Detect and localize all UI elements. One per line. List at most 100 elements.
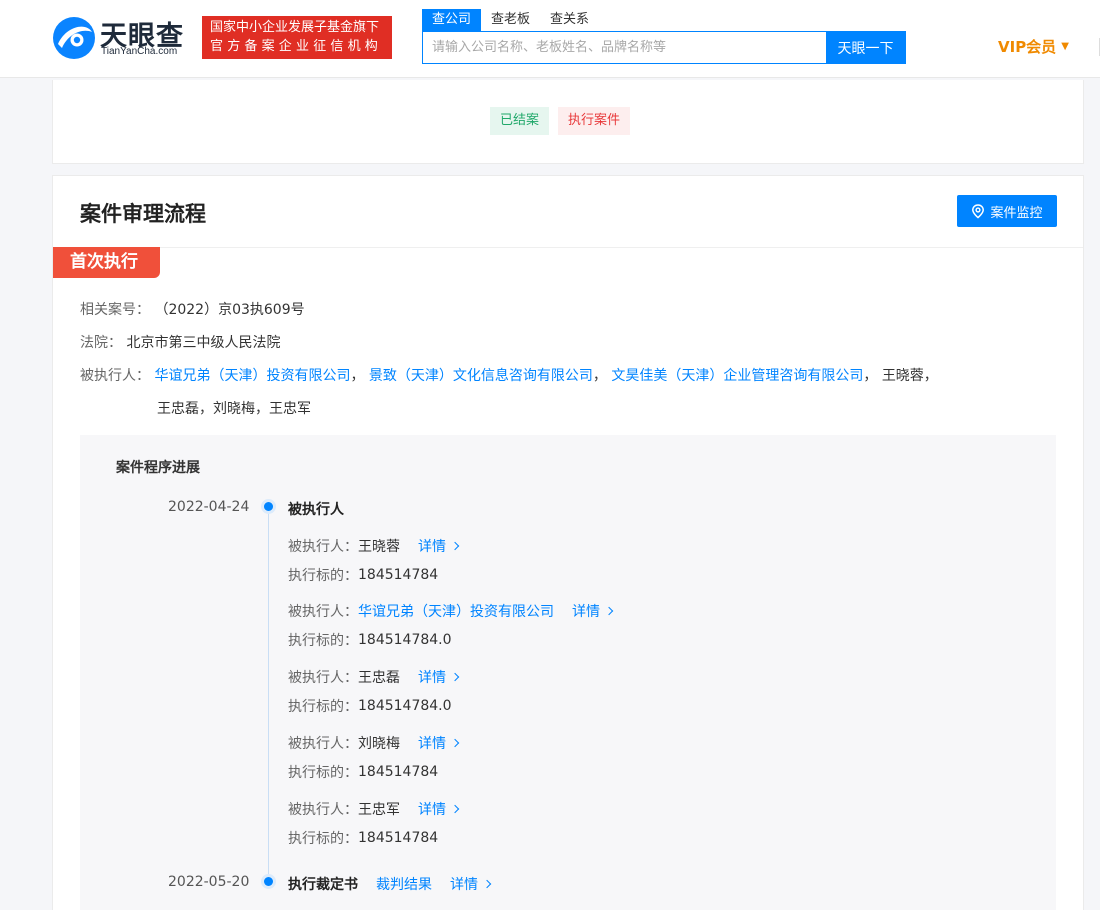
case-monitor-button[interactable]: 案件监控 [957, 195, 1057, 227]
case-number-line: 相关案号： （2022）京03执609号 [80, 299, 305, 319]
chevron-right-icon [482, 879, 492, 889]
title-divider [53, 247, 1083, 248]
detail-label: 详情 [418, 736, 446, 752]
location-pin-icon [972, 203, 985, 218]
executed-label: 被执行人： [288, 539, 358, 555]
chevron-right-icon [450, 672, 460, 682]
executed-company-link-2[interactable]: 景致（天津）文化信息咨询有限公司 [369, 368, 593, 384]
amount-row: 执行标的： 184514784.0 [288, 630, 452, 650]
ruling-result-link[interactable]: 裁判结果 [376, 874, 432, 894]
chevron-right-icon [604, 606, 614, 616]
section-title: 案件审理流程 [80, 202, 206, 226]
event-date: 2022-04-24 [168, 499, 250, 515]
executed-entry: 被执行人： 王忠军 详情 [288, 799, 460, 819]
stage-tag: 首次执行 [53, 247, 160, 278]
detail-link[interactable]: 详情 [418, 733, 460, 753]
amount-label: 执行标的： [288, 765, 358, 781]
executed-label: 被执行人： [288, 736, 358, 752]
vip-member-menu[interactable]: VIP会员 ▼ [998, 36, 1069, 57]
executed-entry: 被执行人： 王晓蓉 详情 [288, 536, 460, 556]
site-logo[interactable]: 天眼查 TianYanCha.com [52, 14, 192, 62]
vip-label: VIP会员 [998, 38, 1057, 56]
amount-row: 执行标的： 184514784 [288, 828, 438, 848]
executed-name: 刘晓梅 [358, 736, 400, 752]
gov-badge-line2: 官方备案企业征信机构 [210, 39, 383, 54]
court-value: 北京市第三中级人民法院 [126, 335, 281, 351]
executed-name: 王忠磊 [358, 670, 400, 686]
tab-search-company[interactable]: 查公司 [422, 9, 482, 31]
detail-label: 详情 [418, 802, 446, 818]
detail-label: 详情 [418, 539, 446, 555]
executed-entry: 被执行人： 华谊兄弟（天津）投资有限公司 详情 [288, 601, 614, 621]
amount-value: 184514784 [358, 764, 439, 780]
detail-link[interactable]: 详情 [418, 667, 460, 687]
progress-title: 案件程序进展 [116, 460, 200, 476]
event-title: 被执行人 [288, 502, 344, 518]
court-line: 法院： 北京市第三中级人民法院 [80, 332, 280, 352]
executed-name: 王晓蓉 [358, 539, 400, 555]
case-monitor-label: 案件监控 [990, 205, 1043, 221]
search-box: 天眼一下 [422, 31, 906, 64]
amount-value: 184514784 [358, 830, 439, 846]
executed-company-link[interactable]: 华谊兄弟（天津）投资有限公司 [358, 601, 554, 621]
detail-link[interactable]: 详情 [418, 536, 460, 556]
event-date: 2022-05-20 [168, 874, 250, 890]
caret-down-icon: ▼ [1061, 41, 1069, 52]
case-process-card: 案件审理流程 案件监控 首次执行 相关案号： （2022）京03执609号 法院… [52, 175, 1084, 910]
executed-person-inline: 王晓蓉， [881, 368, 938, 384]
amount-value: 184514784.0 [358, 698, 452, 714]
executed-party-line: 被执行人： 华谊兄弟（天津）投资有限公司， 景致（天津）文化信息咨询有限公司， … [80, 365, 938, 385]
executed-label: 被执行人： [288, 802, 358, 818]
executed-name: 王忠军 [358, 802, 400, 818]
detail-label: 详情 [572, 604, 600, 620]
tab-search-relation[interactable]: 查关系 [540, 9, 599, 31]
logo-subtext: TianYanCha.com [101, 46, 178, 57]
executed-party-label: 被执行人： [80, 368, 150, 384]
detail-link[interactable]: 详情 [450, 874, 492, 894]
amount-label: 执行标的： [288, 633, 358, 649]
executed-company-link-3[interactable]: 文昊佳美（天津）企业管理咨询有限公司 [611, 368, 863, 384]
separator: ， [592, 368, 607, 384]
amount-value: 184514784.0 [358, 632, 452, 648]
amount-label: 执行标的： [288, 568, 358, 584]
amount-row: 执行标的： 184514784 [288, 762, 438, 782]
search-button[interactable]: 天眼一下 [826, 32, 905, 63]
separator: ， [863, 368, 878, 384]
event-title: 执行裁定书 [288, 877, 358, 893]
chevron-right-icon [450, 738, 460, 748]
executed-company-link-1[interactable]: 华谊兄弟（天津）投资有限公司 [154, 368, 350, 384]
executed-label: 被执行人： [288, 670, 358, 686]
ruling-event: 执行裁定书 裁判结果 详情 [288, 874, 492, 894]
timeline-dot [264, 502, 273, 511]
case-number-value: （2022）京03执609号 [154, 302, 305, 318]
amount-label: 执行标的： [288, 831, 358, 847]
tab-search-boss[interactable]: 查老板 [481, 9, 540, 31]
detail-label: 详情 [450, 877, 478, 893]
amount-row: 执行标的： 184514784.0 [288, 696, 452, 716]
case-progress-panel: 案件程序进展 2022-04-24 被执行人 被执行人： 王晓蓉 详情 执行标的… [80, 435, 1056, 910]
timeline-dot [264, 877, 273, 886]
gov-badge-line1: 国家中小企业发展子基金旗下 [210, 20, 380, 35]
tianyancha-logo-icon [53, 17, 95, 59]
timeline-line [268, 503, 269, 883]
executed-label: 被执行人： [288, 604, 358, 620]
executed-entry: 被执行人： 刘晓梅 详情 [288, 733, 460, 753]
detail-link[interactable]: 详情 [572, 601, 614, 621]
separator: ， [350, 368, 365, 384]
amount-value: 184514784 [358, 567, 439, 583]
status-badge-execution: 执行案件 [558, 107, 631, 135]
search-tabs: 查公司 查老板 查关系 [422, 9, 599, 31]
amount-row: 执行标的： 184514784 [288, 565, 438, 585]
detail-label: 详情 [418, 670, 446, 686]
chevron-right-icon [450, 541, 460, 551]
top-header: 天眼查 TianYanCha.com 国家中小企业发展子基金旗下 官方备案企业征… [0, 0, 1100, 78]
status-badge-closed: 已结案 [490, 107, 550, 135]
detail-link[interactable]: 详情 [418, 799, 460, 819]
case-number-label: 相关案号： [80, 302, 150, 318]
gov-badge[interactable]: 国家中小企业发展子基金旗下 官方备案企业征信机构 [202, 16, 392, 59]
executed-persons-line: 王忠磊，刘晓梅，王忠军 [157, 401, 311, 417]
case-summary-card: 已结案 执行案件 [52, 80, 1084, 164]
search-input[interactable] [423, 32, 825, 63]
executed-entry: 被执行人： 王忠磊 详情 [288, 667, 460, 687]
chevron-right-icon [450, 804, 460, 814]
